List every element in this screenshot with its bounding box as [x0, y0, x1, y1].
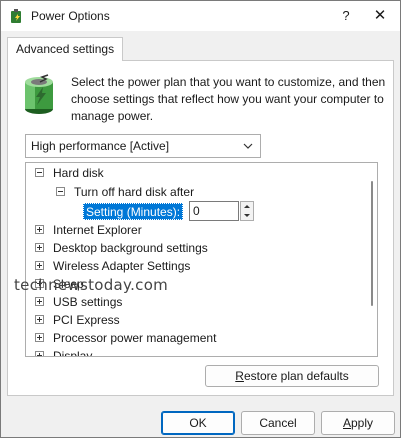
- title-bar: Power Options ? ✕: [1, 1, 400, 31]
- tree-item-usb-settings[interactable]: USB settings: [35, 293, 122, 311]
- help-button[interactable]: ?: [331, 3, 361, 29]
- watermark-text: technewstoday.com: [14, 276, 169, 294]
- button-access-key: A: [342, 416, 351, 430]
- tree-item-turn-off-hard-disk[interactable]: Turn off hard disk after: [56, 183, 194, 201]
- tree-item-label: Display: [53, 349, 93, 357]
- tree-item-label: Turn off hard disk after: [74, 185, 195, 199]
- power-plan-value: High performance [Active]: [31, 139, 170, 153]
- collapse-icon[interactable]: [35, 168, 44, 178]
- setting-minutes-input[interactable]: 0: [189, 201, 239, 221]
- tree-item-label: Internet Explorer: [53, 223, 142, 237]
- tree-item-label: Wireless Adapter Settings: [53, 259, 191, 273]
- scrollbar-thumb[interactable]: [371, 181, 373, 306]
- expand-icon[interactable]: [35, 297, 44, 307]
- power-plan-dropdown[interactable]: High performance [Active]: [25, 134, 261, 158]
- collapse-icon[interactable]: [56, 187, 65, 197]
- tree-item-pci-express[interactable]: PCI Express: [35, 311, 120, 329]
- tree-item-desktop-background[interactable]: Desktop background settings: [35, 239, 208, 257]
- button-label-post: estore plan defaults: [243, 369, 349, 383]
- button-label-post: pply: [351, 416, 374, 430]
- tree-scrollbar[interactable]: [367, 163, 377, 356]
- settings-tree[interactable]: Hard disk Turn off hard disk after Setti…: [25, 162, 378, 357]
- expand-icon[interactable]: [35, 243, 44, 253]
- tree-item-hard-disk[interactable]: Hard disk: [35, 164, 104, 182]
- button-access-key: R: [235, 369, 244, 383]
- stepper-up-icon[interactable]: [241, 202, 253, 211]
- tree-item-display[interactable]: Display: [35, 347, 93, 357]
- battery-icon: [25, 74, 53, 114]
- tree-item-processor-power[interactable]: Processor power management: [35, 329, 216, 347]
- ok-button[interactable]: OK: [161, 411, 235, 435]
- close-button[interactable]: ✕: [365, 3, 395, 29]
- setting-minutes-stepper[interactable]: [240, 201, 254, 221]
- tree-item-label: PCI Express: [53, 313, 120, 327]
- advanced-settings-panel: Select the power plan that you want to c…: [7, 60, 394, 396]
- tab-advanced-settings[interactable]: Advanced settings: [7, 37, 124, 61]
- chevron-down-icon: [243, 143, 253, 149]
- expand-icon[interactable]: [35, 261, 44, 271]
- power-options-window: Power Options ? ✕ Advanced settings Sele…: [0, 0, 401, 438]
- power-options-icon: [11, 9, 21, 23]
- tree-item-label: Processor power management: [53, 331, 217, 345]
- restore-plan-defaults-button[interactable]: Restore plan defaults: [205, 365, 379, 387]
- setting-minutes-label[interactable]: Setting (Minutes):: [83, 203, 184, 220]
- tree-item-wireless-adapter[interactable]: Wireless Adapter Settings: [35, 257, 190, 275]
- expand-icon[interactable]: [35, 315, 44, 325]
- expand-icon[interactable]: [35, 351, 44, 356]
- expand-icon[interactable]: [35, 333, 44, 343]
- cancel-button[interactable]: Cancel: [241, 411, 315, 435]
- tree-item-internet-explorer[interactable]: Internet Explorer: [35, 221, 142, 239]
- window-title: Power Options: [31, 9, 110, 23]
- tree-item-label: Desktop background settings: [53, 241, 208, 255]
- intro-text: Select the power plan that you want to c…: [71, 75, 386, 123]
- stepper-down-icon[interactable]: [241, 211, 253, 220]
- expand-icon[interactable]: [35, 225, 44, 235]
- apply-button[interactable]: Apply: [321, 411, 395, 435]
- tree-item-label: USB settings: [53, 295, 123, 309]
- tree-item-label: Hard disk: [53, 166, 104, 180]
